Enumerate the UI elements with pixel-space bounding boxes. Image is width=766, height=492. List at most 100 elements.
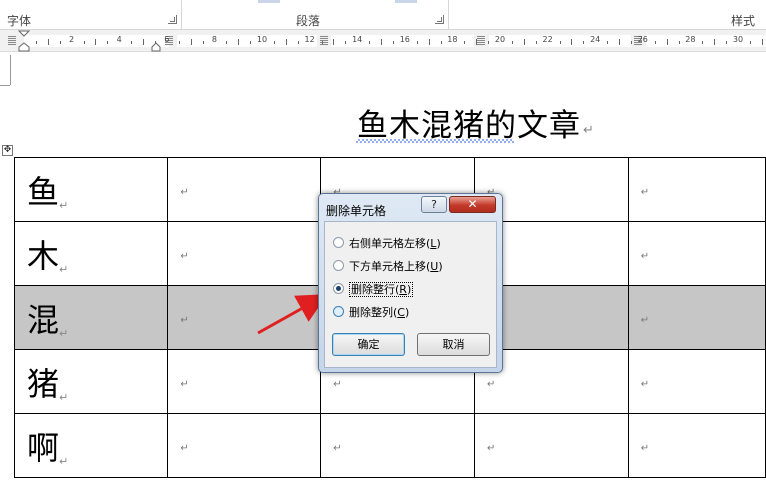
- cell-text: 木: [27, 236, 60, 275]
- option-shift-cells-up[interactable]: 下方单元格上移(U): [333, 258, 443, 274]
- option-shift-cells-left[interactable]: 右侧单元格左移(L): [333, 235, 441, 251]
- table-cell[interactable]: ↵: [627, 349, 766, 414]
- right-indent-marker[interactable]: [151, 42, 162, 52]
- table-cell[interactable]: 啊↵: [13, 413, 169, 478]
- table-cell[interactable]: ↵: [167, 285, 322, 350]
- table-move-icon[interactable]: ✥: [2, 145, 13, 156]
- option-label: 删除整行: [351, 283, 395, 296]
- hotkey: R: [399, 283, 407, 296]
- ruler-tick: [654, 41, 656, 44]
- ruler-tick: [345, 41, 347, 44]
- table-cell[interactable]: ↵: [167, 413, 322, 478]
- hotkey: C: [397, 306, 405, 319]
- paragraph-mark: ↵: [180, 251, 189, 262]
- ruler-number: 10: [256, 35, 268, 44]
- table-cell[interactable]: ↵: [167, 157, 322, 222]
- ruler-column-marker[interactable]: [8, 36, 16, 45]
- dialog-launcher-icon[interactable]: [168, 15, 177, 24]
- ruler-tick: [535, 41, 537, 44]
- table-cell[interactable]: ↵: [167, 221, 322, 286]
- table-cell[interactable]: ↵: [627, 285, 766, 350]
- table-cell[interactable]: ↵: [627, 157, 766, 222]
- ruler-tick: [178, 41, 180, 44]
- paragraph-mark: ↵: [59, 390, 69, 404]
- table-cell[interactable]: ↵: [473, 413, 629, 478]
- ruler-tick: [285, 39, 287, 45]
- table-cell[interactable]: ↵: [627, 413, 766, 478]
- ruler-cell-area: [177, 35, 317, 47]
- close-icon[interactable]: ✕: [449, 196, 496, 213]
- paragraph-mark: ↵: [59, 198, 69, 212]
- horizontal-ruler[interactable]: 2 4 6 8 10 12 14 16 18 20 22 24 26 28 30: [0, 30, 766, 52]
- table-cell[interactable]: 猪↵: [13, 349, 169, 414]
- ruler-tick: [511, 41, 513, 44]
- ribbon-group-paragraph-label: 段落: [296, 14, 321, 28]
- radio-shift-up[interactable]: [333, 260, 344, 271]
- ruler-tick: [559, 41, 561, 44]
- option-label: 右侧单元格左移: [349, 237, 426, 250]
- paragraph-mark: ↵: [640, 251, 650, 262]
- spellcheck-underline: [356, 139, 514, 143]
- ruler-tick: [321, 41, 323, 44]
- paragraph-mark: ↵: [583, 123, 595, 138]
- cell-text: 猪: [27, 364, 60, 403]
- ruler-number: 22: [542, 35, 553, 44]
- margin-crop-mark: [10, 55, 11, 85]
- option-delete-entire-row[interactable]: 删除整行(R): [333, 281, 414, 297]
- help-icon[interactable]: ?: [421, 196, 447, 213]
- paragraph-mark: ↵: [640, 187, 650, 198]
- ruler-tick: [523, 39, 525, 45]
- option-delete-entire-column[interactable]: 删除整列(C): [333, 304, 409, 320]
- table-cell[interactable]: ↵: [320, 413, 475, 478]
- paragraph-mark: ↵: [180, 315, 189, 326]
- ruler-number: 20: [494, 35, 506, 44]
- ruler-number: 24: [590, 35, 601, 44]
- ribbon-group-font-label: 字体: [7, 14, 32, 28]
- dialog-launcher-icon[interactable]: [435, 15, 444, 24]
- table-cell[interactable]: 木↵: [13, 221, 169, 286]
- cell-text: 鱼: [27, 172, 60, 211]
- ribbon-group-styles-label: 样式: [731, 14, 756, 28]
- word-window: 字体 段落 样式 2 4 6 8 10 12 14 16 18 20 22 24 26 28 30 鱼木混猪…: [0, 0, 766, 492]
- table-row[interactable]: 啊↵ ↵ ↵ ↵ ↵: [13, 413, 766, 478]
- cancel-button[interactable]: 取消: [417, 333, 490, 356]
- ruler-tick: [428, 39, 430, 45]
- ruler-column-marker[interactable]: [477, 36, 485, 45]
- ribbon-control-edge: [395, 0, 417, 3]
- ruler-cell-area: [24, 35, 169, 47]
- ruler-tick: [273, 41, 275, 44]
- ruler-tick: [238, 39, 240, 45]
- first-line-indent-marker[interactable]: [17, 30, 31, 52]
- ruler-tick: [440, 41, 442, 44]
- ruler-tick: [749, 41, 751, 44]
- radio-delete-row[interactable]: [333, 283, 344, 294]
- ruler-tick: [761, 39, 763, 45]
- delete-cells-dialog[interactable]: 删除单元格 ? ✕ 右侧单元格左移(L) 下方单元格上移(U) 删除整行(R) …: [318, 193, 503, 373]
- ruler-tick: [392, 41, 394, 44]
- hotkey: U: [430, 260, 439, 273]
- ribbon-separator: [181, 0, 182, 30]
- ruler-tick: [702, 41, 704, 44]
- ruler-tick: [333, 39, 335, 45]
- ruler-tick: [726, 41, 728, 44]
- ok-button[interactable]: 确定: [332, 333, 405, 356]
- paragraph-mark: ↵: [180, 443, 189, 454]
- paragraph-mark: ↵: [640, 315, 650, 326]
- cell-text: 混: [27, 300, 60, 339]
- ribbon-control-edge: [258, 0, 280, 3]
- ruler-tick: [35, 41, 37, 44]
- ruler-tick: [583, 41, 585, 44]
- table-cell[interactable]: 混↵: [13, 285, 169, 350]
- paragraph-mark: ↵: [486, 379, 496, 390]
- table-cell[interactable]: 鱼↵: [13, 157, 169, 222]
- radio-delete-column[interactable]: [333, 306, 344, 317]
- paragraph-mark: ↵: [640, 379, 650, 390]
- table-cell[interactable]: ↵: [627, 221, 766, 286]
- radio-shift-left[interactable]: [333, 237, 344, 248]
- ruler-number: 28: [685, 35, 696, 44]
- ruler-tick: [154, 41, 156, 44]
- ruler-number: 14: [352, 35, 363, 44]
- table-cell[interactable]: ↵: [167, 349, 322, 414]
- ruler-tick: [476, 39, 478, 45]
- ruler-number: 16: [399, 35, 410, 44]
